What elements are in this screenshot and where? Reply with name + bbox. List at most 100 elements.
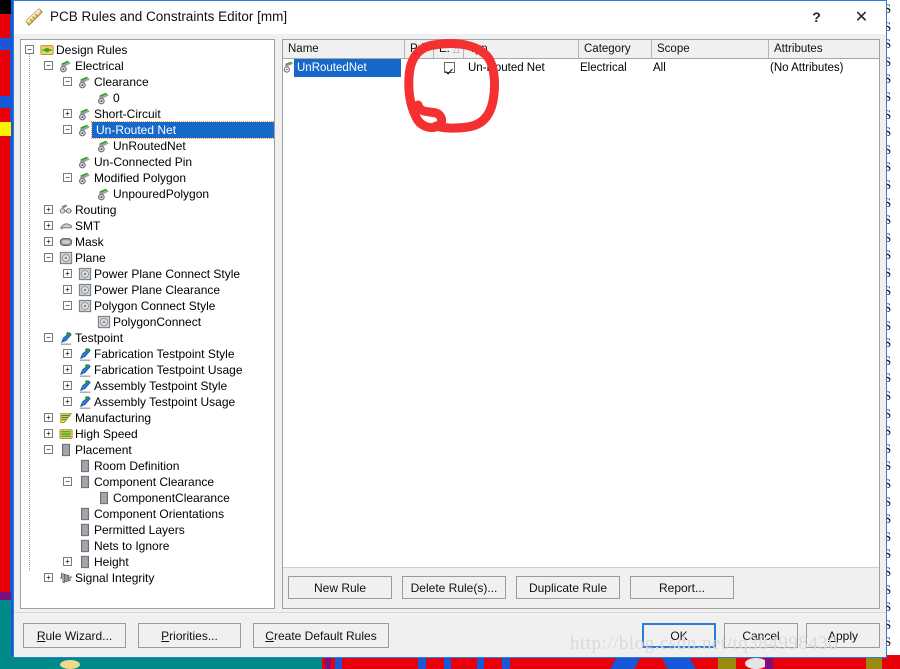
grid-button-bar: New Rule Delete Rule(s)... Duplicate Rule R… <box>283 567 879 608</box>
column-header-e[interactable]: E. △ <box>433 40 463 58</box>
pcb-rules-dialog: PCB Rules and Constraints Editor [mm] ? … <box>13 0 887 658</box>
tree-expander-collapse-icon[interactable]: − <box>44 253 53 262</box>
tree-expander-expand-icon[interactable]: + <box>63 269 72 278</box>
tree-expander-collapse-icon[interactable]: − <box>63 77 72 86</box>
plane-icon <box>78 283 92 297</box>
delete-rule-s-button[interactable]: Delete Rule(s)... <box>402 576 506 599</box>
tree-node[interactable]: − Modified Polygon <box>21 170 274 186</box>
create-default-rules-button[interactable]: Create Default Rules <box>253 623 389 648</box>
tree-node[interactable]: − Placement <box>21 442 274 458</box>
tree-expander-collapse-icon[interactable]: − <box>63 125 72 134</box>
tree-node[interactable]: + Power Plane Connect Style <box>21 266 274 282</box>
tree-node[interactable]: + Assembly Testpoint Style <box>21 378 274 394</box>
electrical-icon <box>78 123 92 137</box>
tree-expander-expand-icon[interactable]: + <box>63 109 72 118</box>
tree-expander-expand-icon[interactable]: + <box>44 573 53 582</box>
tree-expander-collapse-icon[interactable]: − <box>44 445 53 454</box>
duplicate-rule-button[interactable]: Duplicate Rule <box>516 576 620 599</box>
tree-expander-collapse-icon[interactable]: − <box>63 301 72 310</box>
tree-node[interactable]: Room Definition <box>21 458 274 474</box>
tree-node[interactable]: − Testpoint <box>21 330 274 346</box>
tree-node[interactable]: UnpouredPolygon <box>21 186 274 202</box>
tree-node[interactable]: + Fabrication Testpoint Style <box>21 346 274 362</box>
tree-node[interactable]: + Mask <box>21 234 274 250</box>
button-label: Delete Rule(s)... <box>410 580 498 595</box>
tree-node-label: PolygonConnect <box>113 315 202 329</box>
rule-wizard-button[interactable]: Rule Wizard... <box>23 623 126 648</box>
tree-node[interactable]: + Power Plane Clearance <box>21 282 274 298</box>
tree-node[interactable]: − Un-Routed Net <box>21 121 274 139</box>
tree-node[interactable]: + High Speed <box>21 426 274 442</box>
tree-node[interactable]: PolygonConnect <box>21 314 274 330</box>
table-row[interactable]: UnRoutedNet 1 Un-Routed Net Electrical A… <box>283 59 879 77</box>
tree-node[interactable]: − Design Rules <box>21 42 274 58</box>
plane-icon <box>78 267 92 281</box>
tree-expander-expand-icon[interactable]: + <box>63 397 72 406</box>
testpoint-icon <box>78 347 92 361</box>
tree-expander-expand-icon[interactable]: + <box>44 237 53 246</box>
tree-expander-expand-icon[interactable]: + <box>63 381 72 390</box>
tree-expander-expand-icon[interactable]: + <box>63 365 72 374</box>
tree-node[interactable]: + SMT <box>21 218 274 234</box>
tree-expander-collapse-icon[interactable]: − <box>44 61 53 70</box>
tree-expander-collapse-icon[interactable]: − <box>44 333 53 342</box>
tree-expander-expand-icon[interactable]: + <box>44 429 53 438</box>
tree-node[interactable]: Un-Connected Pin <box>21 154 274 170</box>
tree-node-label: Placement <box>75 443 132 457</box>
tree-node[interactable]: + Fabrication Testpoint Usage <box>21 362 274 378</box>
tree-node[interactable]: − Plane <box>21 250 274 266</box>
cell-enabled-checkbox[interactable] <box>444 62 455 73</box>
tree-expander-expand-icon[interactable]: + <box>63 557 72 566</box>
tree-node[interactable]: + Manufacturing <box>21 410 274 426</box>
help-button[interactable]: ? <box>794 1 839 33</box>
tree-node-label: Fabrication Testpoint Usage <box>94 363 243 377</box>
new-rule-button[interactable]: New Rule <box>288 576 392 599</box>
tree-node[interactable]: ComponentClearance <box>21 490 274 506</box>
placement-icon <box>78 459 92 473</box>
column-header-attributes[interactable]: Attributes <box>768 40 879 58</box>
tree-node[interactable]: − Polygon Connect Style <box>21 298 274 314</box>
tree-node[interactable]: Nets to Ignore <box>21 538 274 554</box>
row-rule-icon <box>283 59 295 77</box>
button-label: Report... <box>658 580 706 595</box>
tree-node-label: Power Plane Connect Style <box>94 267 241 281</box>
tree-expander-expand-icon[interactable]: + <box>63 349 72 358</box>
column-header-category[interactable]: Category <box>578 40 651 58</box>
tree-node[interactable]: + Assembly Testpoint Usage <box>21 394 274 410</box>
column-header-pri[interactable]: Pri. <box>404 40 433 58</box>
close-button[interactable]: ✕ <box>839 1 884 33</box>
cell-attributes: (No Attributes) <box>770 62 844 74</box>
tree-node[interactable]: Permitted Layers <box>21 522 274 538</box>
placement-icon <box>78 555 92 569</box>
tree-node[interactable]: + Short-Circuit <box>21 106 274 122</box>
column-header-typ[interactable]: Typ <box>463 40 578 58</box>
tree-node-label: Power Plane Clearance <box>94 283 221 297</box>
tree-node[interactable]: + Height <box>21 554 274 570</box>
electrical-icon <box>78 171 92 185</box>
column-header-name[interactable]: Name <box>283 40 404 58</box>
tree-expander-collapse-icon[interactable]: − <box>63 173 72 182</box>
column-header-scope[interactable]: Scope <box>651 40 768 58</box>
report-button[interactable]: Report... <box>630 576 734 599</box>
tree-expander-collapse-icon[interactable]: − <box>25 45 34 54</box>
tree-node[interactable]: − Electrical <box>21 58 274 74</box>
tree-node[interactable]: + Routing <box>21 202 274 218</box>
tree-expander-expand-icon[interactable]: + <box>44 205 53 214</box>
tree-node[interactable]: + Signal Integrity <box>21 570 274 586</box>
tree-node[interactable]: Component Orientations <box>21 506 274 522</box>
tree-expander-expand-icon[interactable]: + <box>44 221 53 230</box>
priorities-button[interactable]: Priorities... <box>138 623 241 648</box>
tree-node[interactable]: UnRoutedNet <box>21 138 274 154</box>
design-rules-tree[interactable]: − Design Rules − Electrical − Clearance 0 + Shor… <box>20 39 275 609</box>
tree-node[interactable]: − Component Clearance <box>21 474 274 490</box>
placement-icon <box>78 539 92 553</box>
smt-icon <box>59 219 73 233</box>
tree-expander-collapse-icon[interactable]: − <box>63 477 72 486</box>
background-pad-white-2 <box>60 660 80 669</box>
button-label: Create Default Rules <box>265 628 377 643</box>
tree-node[interactable]: − Clearance <box>21 74 274 90</box>
tree-expander-expand-icon[interactable]: + <box>44 413 53 422</box>
tree-node-label: Component Clearance <box>94 475 215 489</box>
tree-node[interactable]: 0 <box>21 90 274 106</box>
tree-expander-expand-icon[interactable]: + <box>63 285 72 294</box>
